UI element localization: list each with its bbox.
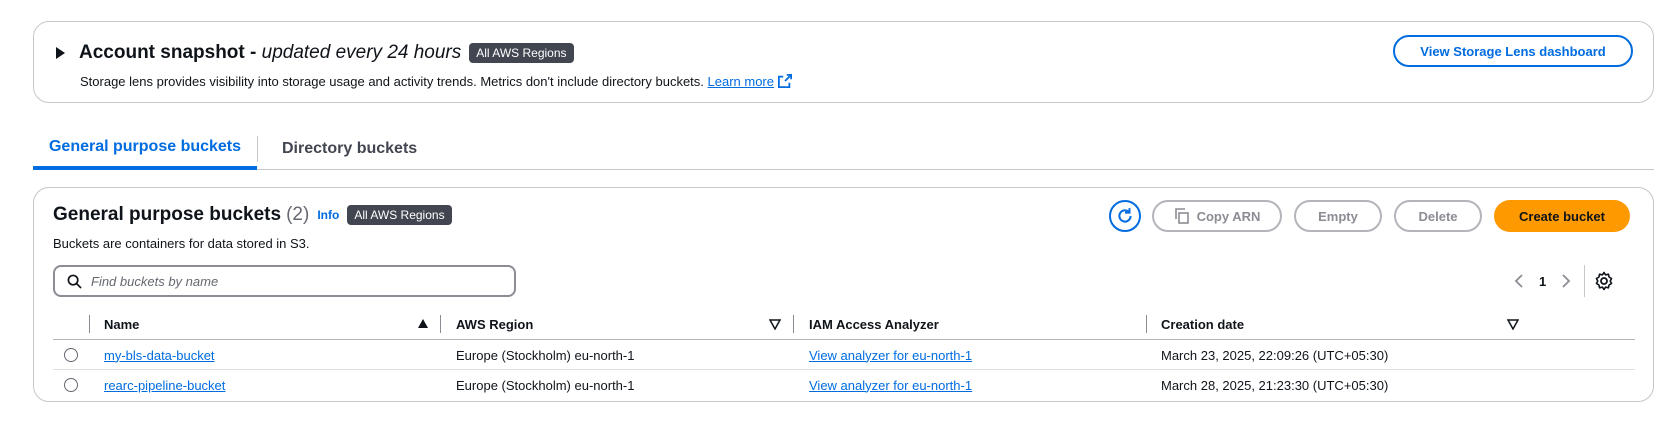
bucket-name-link[interactable]: my-bls-data-bucket [104, 348, 215, 363]
column-divider [793, 315, 794, 333]
row-select-radio[interactable] [64, 348, 78, 362]
column-divider [440, 315, 441, 333]
table-header: Name AWS Region IAM Access Analyzer Crea… [53, 308, 1635, 340]
sort-descending-icon[interactable] [1507, 318, 1519, 330]
refresh-button[interactable] [1109, 200, 1141, 232]
snapshot-title: Account snapshot - updated every 24 hour… [79, 42, 462, 63]
bucket-region: Europe (Stockholm) eu-north-1 [456, 347, 635, 363]
view-analyzer-link[interactable]: View analyzer for eu-north-1 [809, 348, 972, 363]
column-header-region[interactable]: AWS Region [456, 308, 533, 340]
column-header-creation-date[interactable]: Creation date [1161, 308, 1244, 340]
column-header-iam-access-analyzer[interactable]: IAM Access Analyzer [809, 308, 939, 340]
chevron-left-icon[interactable] [1509, 271, 1529, 291]
delete-button[interactable]: Delete [1394, 200, 1482, 232]
pagination: 1 [1509, 270, 1576, 292]
buckets-header: General purpose buckets (2) Info All AWS… [53, 201, 452, 229]
create-bucket-button[interactable]: Create bucket [1494, 200, 1630, 232]
chevron-right-icon[interactable] [1556, 271, 1576, 291]
buckets-title: General purpose buckets [53, 204, 282, 225]
view-analyzer-link[interactable]: View analyzer for eu-north-1 [809, 378, 972, 393]
snapshot-description: Storage lens provides visibility into st… [80, 74, 792, 89]
bucket-creation-date: March 23, 2025, 22:09:26 (UTC+05:30) [1161, 347, 1389, 363]
sort-ascending-icon[interactable] [417, 318, 429, 330]
bucket-name-link[interactable]: rearc-pipeline-bucket [104, 378, 225, 393]
buckets-region-badge: All AWS Regions [347, 205, 452, 225]
external-link-icon[interactable] [778, 74, 792, 88]
settings-gear-icon[interactable] [1594, 271, 1614, 291]
caret-right-icon[interactable] [56, 47, 65, 59]
search-input[interactable] [91, 273, 491, 289]
snapshot-description-text: Storage lens provides visibility into st… [80, 74, 708, 89]
refresh-icon [1118, 208, 1132, 223]
copy-icon [1174, 208, 1189, 224]
pagination-divider [1584, 265, 1585, 297]
info-link[interactable]: Info [317, 208, 339, 222]
view-storage-lens-button[interactable]: View Storage Lens dashboard [1393, 35, 1633, 67]
snapshot-header[interactable]: Account snapshot - updated every 24 hour… [56, 40, 574, 66]
column-divider [1146, 315, 1147, 333]
general-purpose-buckets-panel: General purpose buckets (2) Info All AWS… [33, 187, 1654, 402]
bucket-creation-date: March 28, 2025, 21:23:30 (UTC+05:30) [1161, 377, 1389, 393]
row-select-radio[interactable] [64, 378, 78, 392]
copy-arn-button[interactable]: Copy ARN [1152, 200, 1282, 232]
table-row[interactable]: my-bls-data-bucket Europe (Stockholm) eu… [53, 340, 1635, 370]
bucket-search[interactable] [53, 265, 516, 297]
search-icon [67, 274, 82, 289]
tab-general-purpose-buckets[interactable]: General purpose buckets [33, 128, 257, 170]
snapshot-region-badge: All AWS Regions [469, 43, 574, 63]
column-header-name[interactable]: Name [104, 308, 139, 340]
table-row[interactable]: rearc-pipeline-bucket Europe (Stockholm)… [53, 370, 1635, 400]
tab-directory-buckets[interactable]: Directory buckets [257, 136, 417, 162]
buckets-table: Name AWS Region IAM Access Analyzer Crea… [53, 308, 1635, 400]
sort-descending-icon[interactable] [769, 318, 781, 330]
buckets-count: (2) [286, 204, 310, 225]
copy-arn-label: Copy ARN [1196, 208, 1261, 224]
snapshot-subtitle: updated every 24 hours [261, 42, 462, 63]
account-snapshot-panel: Account snapshot - updated every 24 hour… [33, 21, 1654, 103]
buckets-description: Buckets are containers for data stored i… [53, 236, 310, 251]
page-number[interactable]: 1 [1539, 274, 1546, 289]
learn-more-link[interactable]: Learn more [708, 74, 774, 89]
bucket-tabs: General purpose buckets Directory bucket… [33, 128, 1654, 170]
bucket-region: Europe (Stockholm) eu-north-1 [456, 377, 635, 393]
empty-button[interactable]: Empty [1294, 200, 1382, 232]
column-divider [89, 315, 90, 333]
